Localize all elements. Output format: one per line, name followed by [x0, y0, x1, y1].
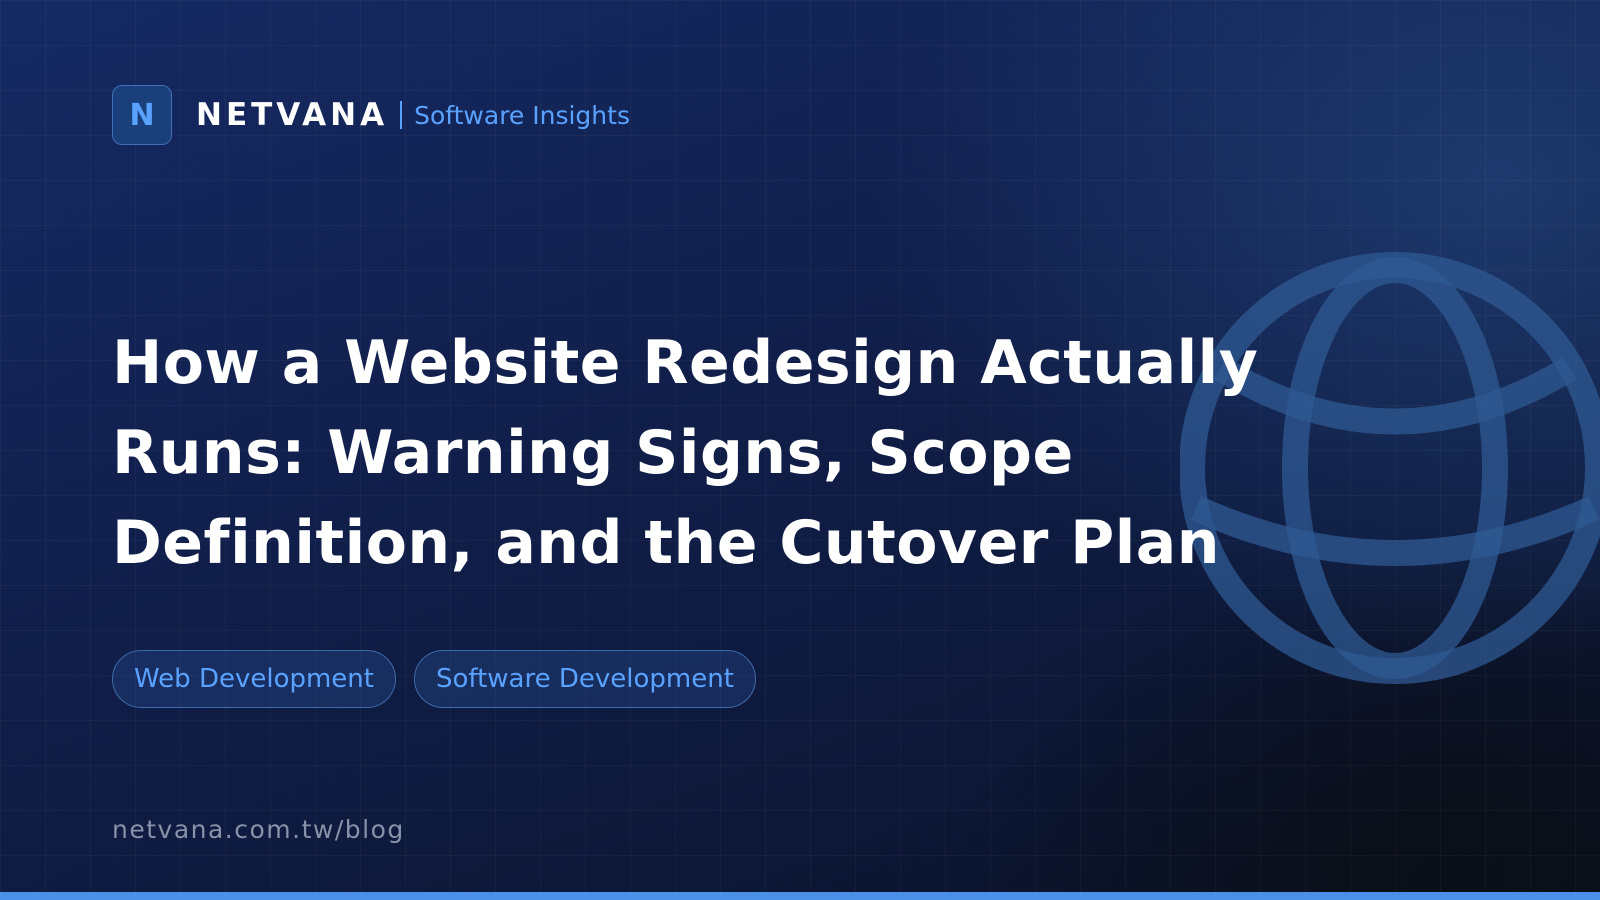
- tag-list: Web Development Software Development: [112, 650, 756, 708]
- globe-icon: [1180, 252, 1600, 684]
- logo-icon: N: [112, 85, 172, 145]
- article-title-line-1: How a Website Redesign Actually: [112, 328, 1259, 398]
- tag-web-development[interactable]: Web Development: [112, 650, 396, 708]
- brand-separator: [400, 101, 403, 129]
- blog-url: netvana.com.tw/blog: [112, 815, 405, 844]
- brand-tagline: Software Insights: [414, 100, 630, 130]
- article-title-line-2: Runs: Warning Signs, Scope: [112, 418, 1074, 488]
- article-title: How a Website Redesign Actually Runs: Wa…: [112, 318, 1259, 588]
- brand-header: N NETVANA Software Insights: [112, 85, 630, 145]
- logo-letter: N: [129, 97, 155, 133]
- article-title-line-3: Definition, and the Cutover Plan: [112, 508, 1221, 578]
- og-card: N NETVANA Software Insights How a Websit…: [0, 0, 1600, 900]
- brand-name: NETVANA: [196, 97, 389, 133]
- bottom-accent-bar: [0, 892, 1600, 900]
- tag-software-development[interactable]: Software Development: [413, 650, 756, 708]
